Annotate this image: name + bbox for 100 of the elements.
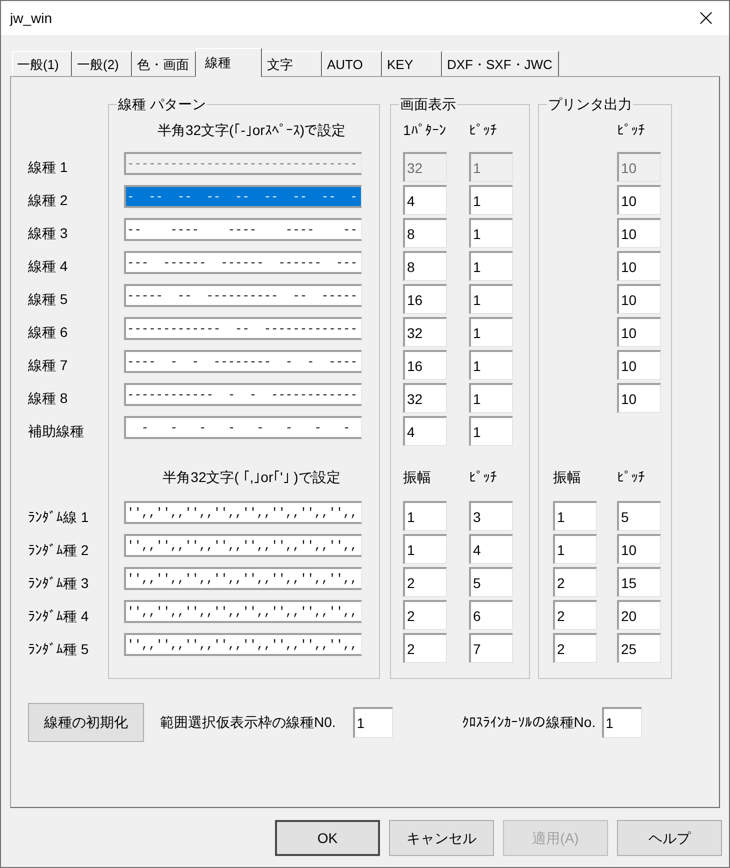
pitch-field[interactable]: 25 (617, 633, 661, 663)
line-pattern-field[interactable]: ------------- -- ------------- (124, 317, 362, 340)
pattern-length-field[interactable]: 4 (403, 185, 447, 215)
dialog-button[interactable]: キャンセル (389, 820, 494, 856)
line-pattern-field[interactable]: -- ---- ---- ---- -- (124, 218, 362, 241)
amplitude-field[interactable]: 2 (553, 600, 597, 630)
random-pattern-field[interactable]: '',,'',,'',,'',,'',,'',,'',,'',, (124, 567, 362, 590)
amplitude-field[interactable]: 1 (553, 501, 597, 531)
pitch-field[interactable]: 6 (469, 600, 513, 630)
column-hint: 半角32文字(｢-｣orｽﾍﾟｰｽ)で設定 (157, 122, 346, 138)
column-header: 振幅 (403, 469, 431, 485)
tab[interactable]: 線種 (196, 48, 262, 77)
column-header: 1ﾊﾟﾀｰﾝ (403, 122, 446, 138)
pitch-field[interactable]: 1 (469, 218, 513, 248)
reset-button[interactable]: 線種の初期化 (28, 703, 144, 742)
pitch-field[interactable]: 7 (469, 633, 513, 663)
amplitude-field[interactable]: 1 (553, 534, 597, 564)
tab[interactable]: 文字 (262, 51, 322, 76)
pattern-length-field[interactable]: 32 (403, 317, 447, 347)
field-label: ｸﾛｽﾗｲﾝｶｰｿﾙの線種No. (462, 714, 596, 731)
pitch-field[interactable]: 4 (469, 534, 513, 564)
row-label: 補助線種 (28, 423, 84, 439)
pitch-field[interactable]: 20 (617, 600, 661, 630)
row-label: 線種 7 (28, 357, 68, 373)
column-header: ﾋﾟｯﾁ (469, 122, 497, 138)
number-field[interactable]: 1 (602, 707, 642, 738)
row-label: 線種 3 (28, 225, 68, 241)
pitch-field[interactable]: 10 (617, 317, 661, 347)
column-header: 振幅 (553, 469, 581, 485)
line-pattern-field[interactable]: ------------ - - ------------ (124, 383, 362, 406)
pitch-field[interactable]: 10 (617, 185, 661, 215)
row-label: ﾗﾝﾀﾞﾑ種 3 (28, 575, 89, 591)
pitch-field[interactable]: 1 (469, 383, 513, 413)
pitch-field[interactable]: 10 (617, 251, 661, 281)
random-pattern-field[interactable]: '',,'',,'',,'',,'',,'',,'',,'',, (124, 534, 362, 557)
window-title: jw_win (8, 9, 52, 27)
line-pattern-field[interactable]: - -- -- -- -- -- -- -- - (124, 185, 362, 208)
column-header: ﾋﾟｯﾁ (617, 122, 645, 138)
pattern-length-field[interactable]: 8 (403, 251, 447, 281)
row-label: ﾗﾝﾀﾞﾑ種 5 (28, 641, 89, 657)
group-title: プリンタ出力 (547, 97, 633, 112)
amplitude-field[interactable]: 1 (403, 534, 447, 564)
row-label: 線種 2 (28, 192, 68, 208)
row-label: 線種 6 (28, 324, 68, 340)
column-header: ﾋﾟｯﾁ (617, 469, 645, 485)
random-pattern-field[interactable]: '',,'',,'',,'',,'',,'',,'',,'',, (124, 600, 362, 623)
row-label: 線種 1 (28, 159, 68, 175)
amplitude-field[interactable]: 1 (403, 501, 447, 531)
row-label: 線種 5 (28, 291, 68, 307)
pattern-length-field[interactable]: 16 (403, 350, 447, 380)
pitch-field[interactable]: 1 (469, 185, 513, 215)
row-label: ﾗﾝﾀﾞﾑ線 1 (28, 509, 89, 525)
amplitude-field[interactable]: 2 (403, 600, 447, 630)
dialog-button[interactable]: ヘルプ (617, 820, 722, 856)
amplitude-field[interactable]: 2 (403, 633, 447, 663)
field-label: 範囲選択仮表示枠の線種N0. (160, 714, 336, 731)
group-title: 線種 パターン (117, 97, 207, 112)
tab[interactable]: 一般(2) (72, 51, 132, 76)
amplitude-field[interactable]: 2 (403, 567, 447, 597)
close-icon (700, 12, 712, 24)
line-pattern-field[interactable]: --- ------ ------ ------ --- (124, 251, 362, 274)
number-field[interactable]: 1 (352, 707, 393, 738)
pattern-length-field[interactable]: 32 (403, 383, 447, 413)
line-pattern-field[interactable]: ----- -- ---------- -- ----- (124, 284, 362, 307)
line-pattern-field[interactable]: ---- - - -------- - - ---- (124, 350, 362, 373)
column-hint: 半角32文字( ｢,｣or｢'｣ )で設定 (162, 469, 340, 485)
pattern-length-field[interactable]: 16 (403, 284, 447, 314)
pitch-field[interactable]: 5 (469, 567, 513, 597)
random-pattern-field[interactable]: '',,'',,'',,'',,'',,'',,'',,'',, (124, 633, 362, 656)
pitch-field[interactable]: 1 (469, 251, 513, 281)
row-label: ﾗﾝﾀﾞﾑ種 2 (28, 542, 89, 558)
column-header: ﾋﾟｯﾁ (469, 469, 497, 485)
pitch-field[interactable]: 10 (617, 534, 661, 564)
pitch-field[interactable]: 1 (469, 317, 513, 347)
amplitude-field[interactable]: 2 (553, 567, 597, 597)
pitch-field[interactable]: 3 (469, 501, 513, 531)
random-pattern-field[interactable]: '',,'',,'',,'',,'',,'',,'',,'',, (124, 501, 362, 524)
tab[interactable]: AUTO (322, 51, 382, 76)
pitch-field[interactable]: 1 (469, 284, 513, 314)
pitch-field[interactable]: 10 (617, 218, 661, 248)
pattern-length-field[interactable]: 8 (403, 218, 447, 248)
pitch-field[interactable]: 10 (617, 284, 661, 314)
tab[interactable]: 色・画面 (132, 51, 196, 76)
pitch-field[interactable]: 5 (617, 501, 661, 531)
pitch-field[interactable]: 1 (469, 416, 513, 446)
pitch-field[interactable]: 15 (617, 567, 661, 597)
pitch-field[interactable]: 10 (617, 383, 661, 413)
row-label: ﾗﾝﾀﾞﾑ種 4 (28, 608, 89, 624)
dialog-button[interactable]: OK (275, 820, 380, 856)
pattern-length-field[interactable]: 4 (403, 416, 447, 446)
line-pattern-field[interactable]: - - - - - - - - (124, 416, 362, 439)
group-title: 画面表示 (399, 97, 457, 112)
pitch-field[interactable]: 1 (469, 350, 513, 380)
row-label: 線種 8 (28, 390, 68, 406)
tab[interactable]: DXF・SXF・JWC (442, 51, 560, 76)
pitch-field[interactable]: 10 (617, 350, 661, 380)
tab[interactable]: KEY (382, 51, 442, 76)
amplitude-field[interactable]: 2 (553, 633, 597, 663)
tab[interactable]: 一般(1) (12, 51, 72, 76)
row-label: 線種 4 (28, 258, 68, 274)
